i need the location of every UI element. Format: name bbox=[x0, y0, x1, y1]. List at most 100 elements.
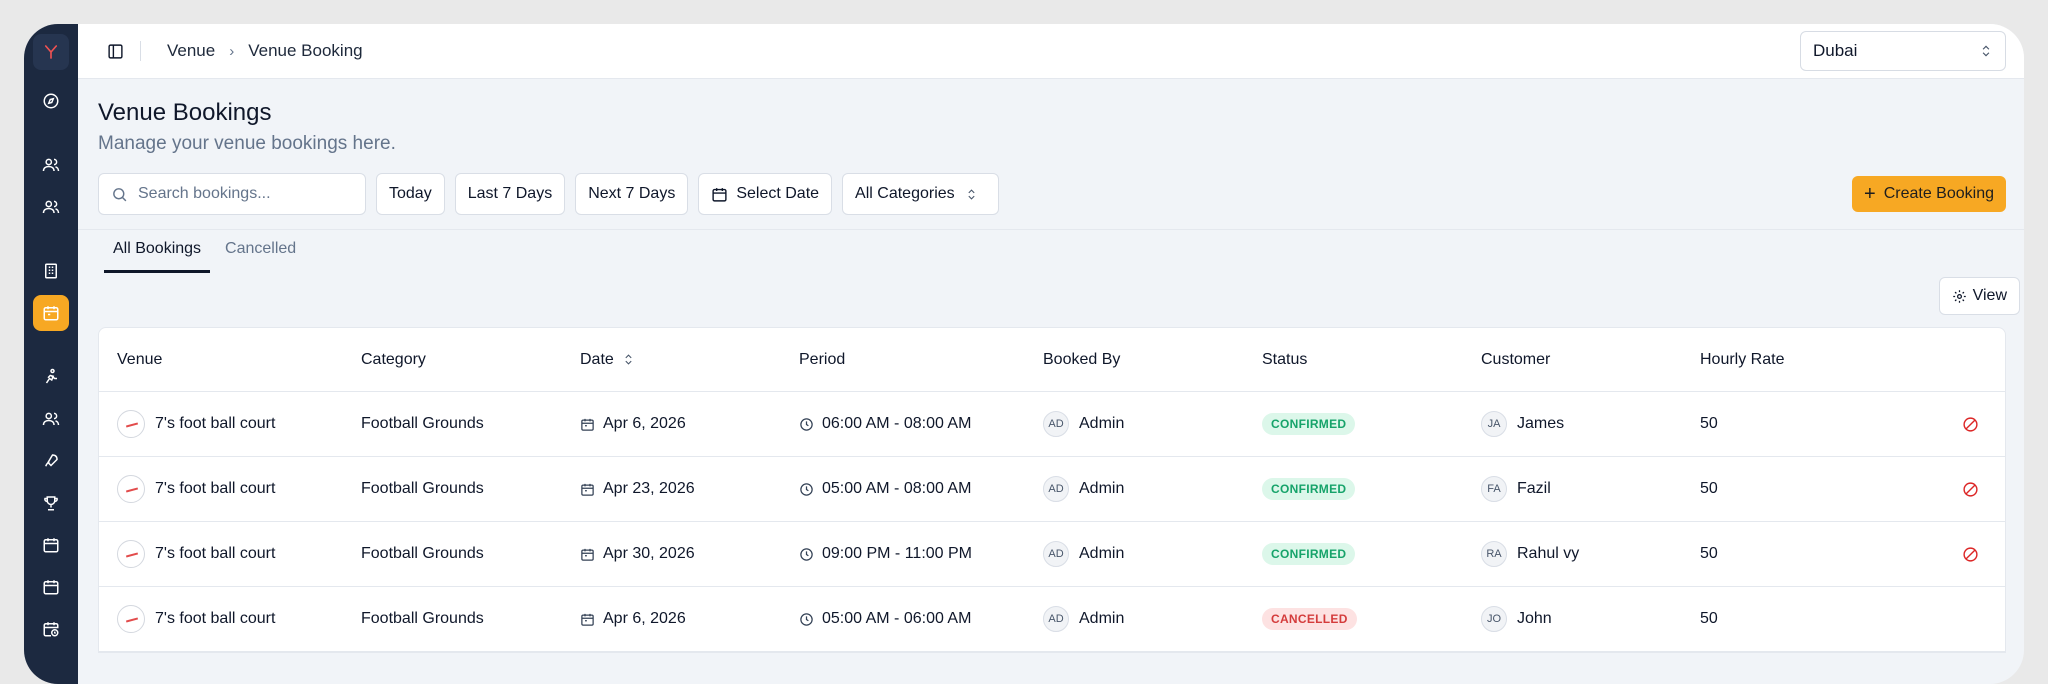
cancel-booking-icon[interactable] bbox=[1962, 481, 1979, 498]
select-date-label: Select Date bbox=[736, 185, 820, 202]
sidebar-rocket-icon[interactable] bbox=[33, 443, 69, 479]
status-badge: CONFIRMED bbox=[1262, 413, 1356, 435]
sidebar-activity-icon[interactable] bbox=[33, 359, 69, 395]
calendar-icon bbox=[581, 613, 594, 626]
cancel-booking-icon[interactable] bbox=[1962, 416, 1979, 433]
sidebar-dashboard-icon[interactable] bbox=[33, 83, 69, 119]
tab-all-bookings[interactable]: All Bookings bbox=[104, 240, 211, 273]
create-booking-label: Create Booking bbox=[1883, 185, 1994, 202]
search-icon bbox=[113, 187, 127, 201]
search-input[interactable] bbox=[138, 185, 338, 203]
column-header-booked-by: Booked By bbox=[1043, 350, 1121, 368]
avatar: AD bbox=[1043, 541, 1069, 567]
select-date-button[interactable]: Select Date bbox=[698, 173, 833, 215]
category-select-value: All Categories bbox=[855, 185, 955, 202]
tab-cancelled[interactable]: Cancelled bbox=[216, 240, 305, 273]
avatar: AD bbox=[1043, 606, 1069, 632]
main-content: Venue › Venue Booking Dubai Venue Bookin… bbox=[78, 24, 2024, 684]
booked-by-cell: Admin bbox=[1079, 415, 1125, 432]
column-header-date[interactable]: Date bbox=[580, 351, 799, 369]
column-header-hourly-rate: Hourly Rate bbox=[1700, 350, 1785, 368]
venue-thumbnail bbox=[117, 410, 145, 438]
date-cell: Apr 6, 2026 bbox=[603, 415, 686, 432]
table-row[interactable]: 7's foot ball court Football Grounds Apr… bbox=[99, 587, 2005, 652]
venue-thumbnail bbox=[117, 605, 145, 633]
avatar: FA bbox=[1481, 476, 1507, 502]
clock-icon bbox=[800, 612, 813, 626]
period-cell: 05:00 AM - 06:00 AM bbox=[822, 610, 972, 627]
chevron-up-down-icon bbox=[1982, 45, 1990, 57]
sidebar-venue-booking-icon[interactable] bbox=[33, 295, 69, 331]
date-cell: Apr 23, 2026 bbox=[603, 480, 695, 497]
sidebar-users-icon[interactable] bbox=[33, 147, 69, 183]
bookings-table: Venue Category Date Period Booked By Sta… bbox=[98, 327, 2006, 653]
customer-cell: Fazil bbox=[1517, 480, 1551, 497]
plus-icon: + bbox=[1864, 183, 1876, 205]
search-box bbox=[98, 173, 366, 215]
sidebar-team-icon[interactable] bbox=[33, 401, 69, 437]
category-cell: Football Grounds bbox=[361, 545, 484, 562]
page-subtitle: Manage your venue bookings here. bbox=[98, 133, 396, 154]
sidebar-toggle-icon[interactable] bbox=[104, 40, 126, 62]
hourly-rate-cell: 50 bbox=[1700, 415, 1718, 432]
clock-icon bbox=[800, 547, 813, 561]
city-select[interactable]: Dubai bbox=[1800, 31, 2006, 71]
booked-by-cell: Admin bbox=[1079, 610, 1125, 627]
column-header-date-label: Date bbox=[580, 350, 614, 368]
category-cell: Football Grounds bbox=[361, 610, 484, 627]
column-header-customer: Customer bbox=[1481, 350, 1551, 368]
category-cell: Football Grounds bbox=[361, 415, 484, 432]
sidebar-calendar-icon[interactable] bbox=[33, 527, 69, 563]
view-options-button[interactable]: View bbox=[1938, 277, 2020, 315]
period-cell: 06:00 AM - 08:00 AM bbox=[822, 415, 972, 432]
app-logo-icon[interactable] bbox=[33, 34, 69, 70]
filter-bar: Today Last 7 Days Next 7 Days Select Dat… bbox=[98, 173, 2024, 215]
category-cell: Football Grounds bbox=[361, 480, 484, 497]
calendar-icon bbox=[581, 418, 594, 431]
cancel-booking-icon[interactable] bbox=[1962, 546, 1979, 563]
sidebar-members-icon[interactable] bbox=[33, 189, 69, 225]
last-7-days-button[interactable]: Last 7 Days bbox=[454, 173, 566, 215]
tabs: All Bookings Cancelled bbox=[78, 229, 2024, 273]
gear-icon bbox=[1952, 289, 1966, 303]
period-cell: 09:00 PM - 11:00 PM bbox=[822, 545, 972, 562]
topbar-divider bbox=[140, 41, 141, 61]
chevron-up-down-icon bbox=[968, 188, 975, 200]
view-label: View bbox=[1972, 287, 2007, 304]
sidebar-building-icon[interactable] bbox=[33, 253, 69, 289]
date-cell: Apr 30, 2026 bbox=[603, 545, 695, 562]
sidebar bbox=[24, 24, 78, 684]
view-row: View bbox=[78, 273, 2024, 327]
status-badge: CANCELLED bbox=[1262, 608, 1357, 630]
breadcrumb-venue[interactable]: Venue bbox=[167, 41, 215, 61]
status-badge: CONFIRMED bbox=[1262, 543, 1356, 565]
column-header-status: Status bbox=[1262, 350, 1308, 368]
clock-icon bbox=[800, 417, 813, 431]
sidebar-calendar-clock-icon[interactable] bbox=[33, 611, 69, 647]
sidebar-trophy-icon[interactable] bbox=[33, 485, 69, 521]
venue-name: 7's foot ball court bbox=[155, 480, 276, 497]
sidebar-schedule-icon[interactable] bbox=[33, 569, 69, 605]
avatar: AD bbox=[1043, 476, 1069, 502]
city-select-value: Dubai bbox=[1813, 41, 1858, 60]
column-header-venue: Venue bbox=[117, 350, 163, 368]
sort-icon[interactable] bbox=[622, 353, 635, 366]
date-cell: Apr 6, 2026 bbox=[603, 610, 686, 627]
venue-thumbnail bbox=[117, 475, 145, 503]
status-badge: CONFIRMED bbox=[1262, 478, 1356, 500]
venue-thumbnail bbox=[117, 540, 145, 568]
table-row[interactable]: 7's foot ball court Football Grounds Apr… bbox=[99, 522, 2005, 587]
next-7-days-button[interactable]: Next 7 Days bbox=[575, 173, 689, 215]
create-booking-button[interactable]: + Create Booking bbox=[1852, 176, 2006, 212]
table-row[interactable]: 7's foot ball court Football Grounds Apr… bbox=[99, 457, 2005, 522]
top-bar: Venue › Venue Booking Dubai bbox=[78, 24, 2024, 79]
customer-cell: James bbox=[1517, 415, 1565, 432]
table-row[interactable]: 7's foot ball court Football Grounds Apr… bbox=[99, 392, 2005, 457]
customer-cell: Rahul vy bbox=[1517, 545, 1580, 562]
customer-cell: John bbox=[1517, 610, 1552, 627]
today-button[interactable]: Today bbox=[376, 173, 445, 215]
avatar: JA bbox=[1481, 411, 1507, 437]
category-select[interactable]: All Categories bbox=[842, 173, 999, 215]
avatar: JO bbox=[1481, 606, 1507, 632]
period-cell: 05:00 AM - 08:00 AM bbox=[822, 480, 972, 497]
